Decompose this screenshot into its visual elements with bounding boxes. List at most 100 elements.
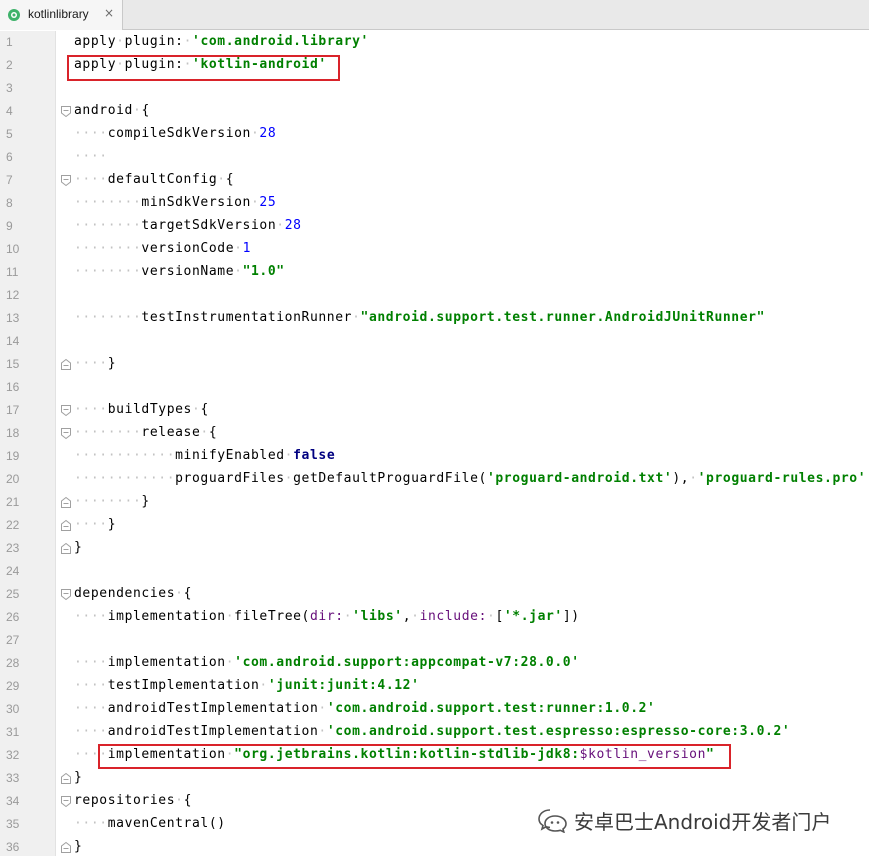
code-line[interactable]: 12 <box>0 284 869 307</box>
line-number: 9 <box>6 219 13 233</box>
line-number: 27 <box>6 633 20 647</box>
fold-close-icon[interactable] <box>60 358 72 371</box>
line-number: 24 <box>6 564 20 578</box>
code-token: 1 <box>242 241 251 256</box>
code-line[interactable]: 25 dependencies·{ <box>0 583 869 606</box>
line-number: 30 <box>6 702 20 716</box>
code-text: ···· <box>74 149 108 164</box>
fold-close-icon[interactable] <box>60 841 72 854</box>
code-token: "android.support.test.runner.AndroidJUni… <box>360 310 766 325</box>
fold-open-icon[interactable] <box>60 174 72 187</box>
code-token: versionName <box>141 264 235 279</box>
code-token: [ <box>495 609 504 624</box>
whitespace-marker: · <box>284 471 294 486</box>
line-number: 13 <box>6 311 20 325</box>
code-line[interactable]: 4 android·{ <box>0 100 869 123</box>
code-line[interactable]: 27 <box>0 629 869 652</box>
line-number: 15 <box>6 357 20 371</box>
code-line[interactable]: 5 ····compileSdkVersion·28 <box>0 123 869 146</box>
code-text: ····mavenCentral() <box>74 816 226 831</box>
code-line[interactable]: 31 ····androidTestImplementation·'com.and… <box>0 721 869 744</box>
code-token: apply <box>74 34 117 49</box>
fold-close-icon[interactable] <box>60 519 72 532</box>
code-text: ····testImplementation·'junit:junit:4.12… <box>74 678 420 693</box>
code-line[interactable]: 20 ············proguardFiles·getDefaultPr… <box>0 468 869 491</box>
code-line[interactable]: 7 ····defaultConfig·{ <box>0 169 869 192</box>
code-line[interactable]: 17 ····buildTypes·{ <box>0 399 869 422</box>
code-text: ····androidTestImplementation·'com.andro… <box>74 724 790 739</box>
whitespace-marker: ···· <box>74 356 108 371</box>
code-token: '*.jar' <box>503 609 563 624</box>
code-token: 'com.android.support:appcompat-v7:28.0.0… <box>234 655 580 670</box>
whitespace-marker: · <box>276 218 285 233</box>
code-line[interactable]: 23} <box>0 537 869 560</box>
code-token: 'proguard-rules.pro' <box>697 471 867 486</box>
fold-open-icon[interactable] <box>60 795 72 808</box>
code-line[interactable]: 33} <box>0 767 869 790</box>
line-number: 17 <box>6 403 20 417</box>
code-text: apply·plugin:·'com.android.library' <box>74 34 369 49</box>
whitespace-marker: · <box>284 448 294 463</box>
line-number: 11 <box>6 265 19 279</box>
code-text: } <box>74 839 82 854</box>
code-line[interactable]: 19 ············minifyEnabled·false <box>0 445 869 468</box>
whitespace-marker: ···· <box>74 701 108 716</box>
line-number: 20 <box>6 472 20 486</box>
whitespace-marker: ············ <box>74 471 176 486</box>
code-line[interactable]: 8 ········minSdkVersion·25 <box>0 192 869 215</box>
code-line[interactable]: 13 ········testInstrumentationRunner·"and… <box>0 307 869 330</box>
code-token: repositories <box>74 793 176 808</box>
fold-open-icon[interactable] <box>60 105 72 118</box>
code-text: ····androidTestImplementation·'com.andro… <box>74 701 655 716</box>
code-line[interactable]: 6 ···· <box>0 146 869 169</box>
fold-open-icon[interactable] <box>60 427 72 440</box>
whitespace-marker: · <box>343 609 353 624</box>
code-line[interactable]: 26 ····implementation·fileTree(dir:·'libs… <box>0 606 869 629</box>
highlight-line-2 <box>67 55 340 81</box>
whitespace-marker: · <box>200 425 209 440</box>
code-line[interactable]: 1 apply·plugin:·'com.android.library' <box>0 31 869 54</box>
code-line[interactable]: 10 ········versionCode·1 <box>0 238 869 261</box>
gradle-module-icon <box>8 9 20 21</box>
code-line[interactable]: 9 ········targetSdkVersion·28 <box>0 215 869 238</box>
fold-open-icon[interactable] <box>60 588 72 601</box>
code-token: 28 <box>259 126 277 141</box>
code-token: { <box>183 793 192 808</box>
watermark: 安卓巴士Android开发者门户 <box>538 805 831 835</box>
close-icon[interactable]: × <box>104 6 114 20</box>
fold-close-icon[interactable] <box>60 542 72 555</box>
code-line[interactable]: 24 <box>0 560 869 583</box>
code-line[interactable]: 21 ········} <box>0 491 869 514</box>
whitespace-marker: · <box>352 310 361 325</box>
whitespace-marker: ········ <box>74 195 142 210</box>
fold-open-icon[interactable] <box>60 404 72 417</box>
fold-close-icon[interactable] <box>60 496 72 509</box>
code-line[interactable]: 18 ········release·{ <box>0 422 869 445</box>
tab-kotlinlibrary[interactable]: kotlinlibrary × <box>0 0 123 30</box>
code-token: compileSdkVersion <box>107 126 251 141</box>
code-token: ]) <box>562 609 580 624</box>
code-token: targetSdkVersion <box>141 218 277 233</box>
code-line[interactable]: 30 ····androidTestImplementation·'com.and… <box>0 698 869 721</box>
code-line[interactable]: 29 ····testImplementation·'junit:junit:4.… <box>0 675 869 698</box>
code-token: implementation <box>107 655 226 670</box>
code-line[interactable]: 14 <box>0 330 869 353</box>
code-line[interactable]: 16 <box>0 376 869 399</box>
code-line[interactable]: 22 ····} <box>0 514 869 537</box>
line-number: 12 <box>6 288 20 302</box>
code-token: release <box>141 425 201 440</box>
code-token: 'junit:junit:4.12' <box>267 678 420 693</box>
whitespace-marker: ············ <box>74 448 176 463</box>
line-number: 3 <box>6 81 13 95</box>
code-line[interactable]: 15 ····} <box>0 353 869 376</box>
whitespace-marker: ···· <box>74 402 108 417</box>
code-line[interactable]: 28 ····implementation·'com.android.suppor… <box>0 652 869 675</box>
code-line[interactable]: 11 ········versionName·"1.0" <box>0 261 869 284</box>
whitespace-marker: · <box>225 609 235 624</box>
whitespace-marker: ········ <box>74 218 142 233</box>
line-number: 5 <box>6 127 13 141</box>
fold-close-icon[interactable] <box>60 772 72 785</box>
code-token: 'com.android.support.test:runner:1.0.2' <box>326 701 656 716</box>
code-token: buildTypes <box>107 402 192 417</box>
code-text: ········release·{ <box>74 425 217 440</box>
